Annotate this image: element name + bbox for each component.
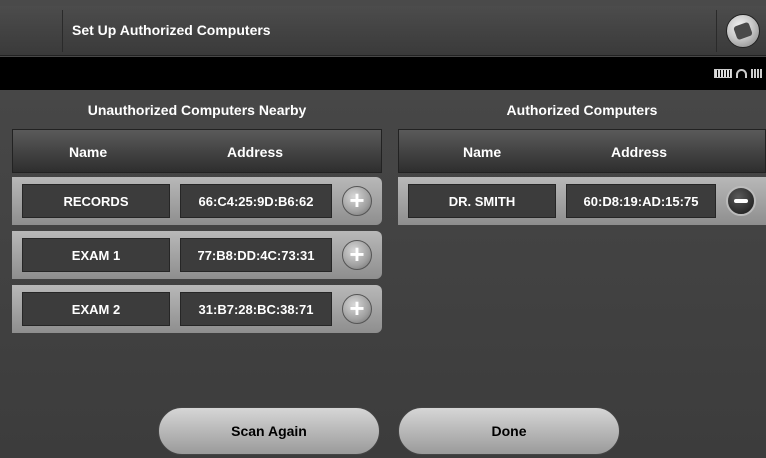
column-address-header: Address <box>227 144 284 160</box>
column-address-header: Address <box>611 144 668 160</box>
authorized-list-header: Name Address <box>398 129 766 173</box>
computer-name: DR. SMITH <box>408 184 556 218</box>
computer-name: RECORDS <box>22 184 170 218</box>
list-item: RECORDS 66:C4:25:9D:B6:62 + <box>12 177 382 225</box>
title-divider <box>716 10 717 52</box>
page-title: Set Up Authorized Computers <box>72 22 271 38</box>
done-button[interactable]: Done <box>398 407 620 455</box>
computer-name: EXAM 2 <box>22 292 170 326</box>
list-item: DR. SMITH 60:D8:19:AD:15:75 <box>398 177 766 225</box>
list-item: EXAM 1 77:B8:DD:4C:73:31 + <box>12 231 382 279</box>
device-menu-icon[interactable] <box>726 14 760 48</box>
wifi-icon <box>736 69 747 78</box>
title-bar: Set Up Authorized Computers <box>0 6 766 56</box>
battery-icon <box>714 69 732 78</box>
column-name-header: Name <box>69 144 108 160</box>
signal-icon <box>751 69 762 78</box>
computer-address: 66:C4:25:9D:B6:62 <box>180 184 332 218</box>
computer-address: 60:D8:19:AD:15:75 <box>566 184 716 218</box>
status-bar <box>0 57 766 90</box>
computer-name: EXAM 1 <box>22 238 170 272</box>
column-name-header: Name <box>463 144 502 160</box>
add-computer-button[interactable]: + <box>342 186 372 216</box>
unauthorized-list-header: Name Address <box>12 129 382 173</box>
remove-computer-button[interactable] <box>726 186 756 216</box>
status-icons <box>714 69 762 78</box>
scan-again-button[interactable]: Scan Again <box>158 407 380 455</box>
computer-address: 77:B8:DD:4C:73:31 <box>180 238 332 272</box>
list-item: EXAM 2 31:B7:28:BC:38:71 + <box>12 285 382 333</box>
unauthorized-heading: Unauthorized Computers Nearby <box>87 102 307 118</box>
device-menu-icon-glyph <box>733 21 753 41</box>
add-computer-button[interactable]: + <box>342 294 372 324</box>
add-computer-button[interactable]: + <box>342 240 372 270</box>
computer-address: 31:B7:28:BC:38:71 <box>180 292 332 326</box>
authorized-heading: Authorized Computers <box>506 102 658 118</box>
title-divider <box>62 10 63 52</box>
app-frame: Set Up Authorized Computers Unauthorized… <box>0 0 766 458</box>
